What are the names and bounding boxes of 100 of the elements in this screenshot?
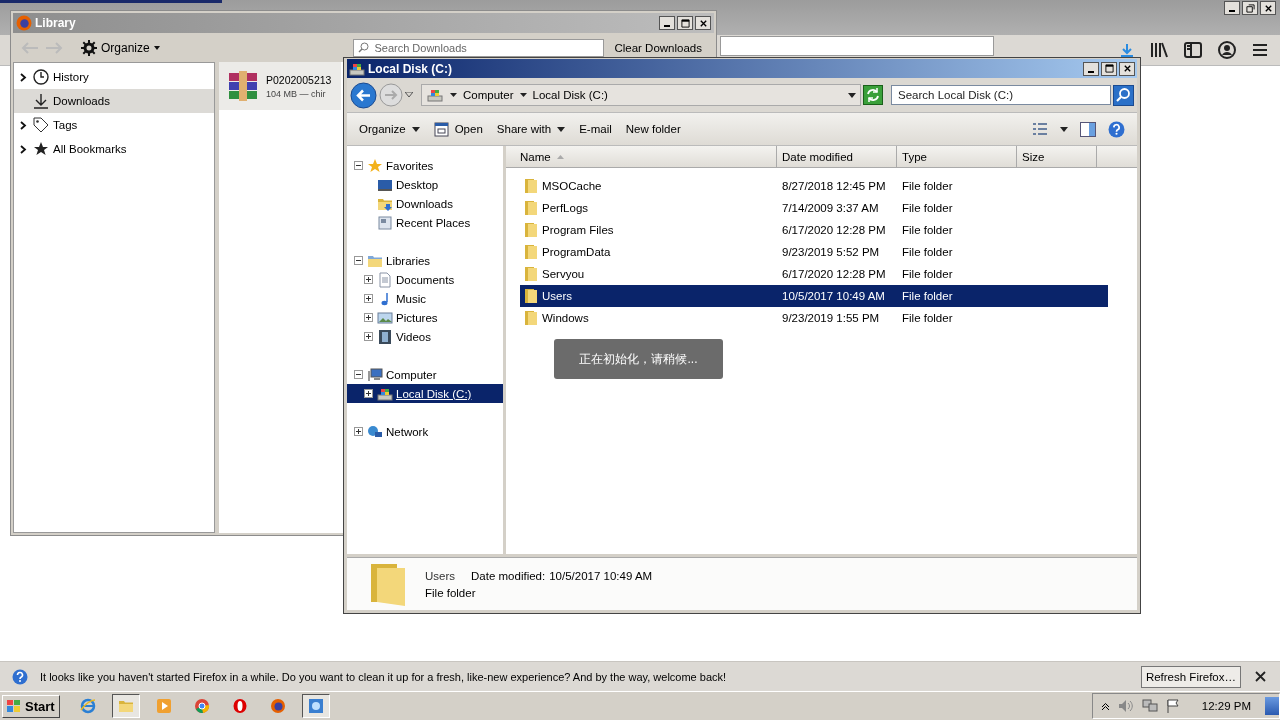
- tree-item[interactable]: Recent Places: [347, 213, 503, 232]
- start-button[interactable]: Start: [2, 694, 60, 718]
- account-icon[interactable]: [1218, 41, 1236, 59]
- tree-item[interactable]: Videos: [347, 327, 503, 346]
- file-row[interactable]: ProgramData 9/23/2019 5:52 PM File folder: [520, 241, 1108, 263]
- search-icon[interactable]: [1113, 84, 1134, 106]
- expand-toggle[interactable]: [364, 313, 373, 322]
- sidebar-item[interactable]: All Bookmarks: [14, 137, 214, 161]
- sidebar-item[interactable]: Tags: [14, 113, 214, 137]
- toolbar-button[interactable]: E-mail: [573, 120, 618, 138]
- organize-button[interactable]: Organize: [75, 38, 166, 57]
- preview-pane-icon[interactable]: [1080, 121, 1096, 137]
- expand-toggle[interactable]: [354, 427, 363, 436]
- back-button-icon[interactable]: [350, 81, 377, 109]
- download-icon[interactable]: [1120, 43, 1134, 57]
- chevron-icon[interactable]: [20, 72, 27, 82]
- file-row[interactable]: Program Files 6/17/2020 12:28 PM File folder: [520, 219, 1108, 241]
- maximize-button[interactable]: [677, 16, 693, 30]
- url-field[interactable]: [720, 36, 994, 56]
- column-header[interactable]: Name: [506, 146, 777, 167]
- chevron-icon[interactable]: [20, 120, 27, 130]
- tree-label: Music: [396, 292, 427, 305]
- taskbar-app-button[interactable]: [111, 694, 140, 718]
- search-field[interactable]: Search Downloads: [353, 38, 605, 57]
- refresh-icon[interactable]: [863, 85, 883, 105]
- tree-item[interactable]: Local Disk (C:): [347, 384, 503, 403]
- download-item[interactable]: P0202005213 104 MB — chir: [219, 62, 341, 110]
- tree-item[interactable]: Pictures: [347, 308, 503, 327]
- firefox-icon: [269, 698, 286, 714]
- close-button[interactable]: [1253, 669, 1268, 684]
- library-icon[interactable]: [1150, 42, 1168, 58]
- breadcrumb-item[interactable]: Local Disk (C:): [532, 89, 608, 101]
- column-header[interactable]: Type: [897, 146, 1017, 167]
- close-button[interactable]: [1119, 61, 1135, 76]
- file-row[interactable]: MSOCache 8/27/2018 12:45 PM File folder: [520, 175, 1108, 197]
- file-row[interactable]: Servyou 6/17/2020 12:28 PM File folder: [520, 263, 1108, 285]
- toolbar-button[interactable]: New folder: [619, 120, 687, 138]
- sidebar-item[interactable]: Downloads: [14, 89, 214, 113]
- breadcrumb-item[interactable]: Computer: [463, 89, 514, 101]
- caret-icon: [153, 45, 160, 50]
- tree-item[interactable]: Desktop: [347, 175, 503, 194]
- close-icon: [698, 18, 708, 28]
- close-button[interactable]: [695, 16, 711, 30]
- file-row[interactable]: Windows 9/23/2019 1:55 PM File folder: [520, 307, 1108, 329]
- expand-toggle[interactable]: [364, 332, 373, 341]
- help-icon[interactable]: [1108, 120, 1125, 138]
- tree-item[interactable]: Network: [347, 422, 503, 441]
- restore-button[interactable]: [1242, 1, 1258, 15]
- minimize-button[interactable]: [1083, 61, 1099, 76]
- caret-icon[interactable]: [450, 93, 457, 97]
- toolbar-button[interactable]: Share with: [490, 120, 572, 138]
- refresh-firefox-button[interactable]: Refresh Firefox…: [1140, 665, 1241, 688]
- tree-item[interactable]: Libraries: [347, 251, 503, 270]
- collapse-toggle[interactable]: [354, 256, 363, 265]
- file-row[interactable]: PerfLogs 7/14/2009 3:37 AM File folder: [520, 197, 1108, 219]
- view-list-icon[interactable]: [1032, 122, 1048, 136]
- browser-e-icon: [79, 698, 96, 714]
- flag-icon[interactable]: [1165, 699, 1180, 713]
- tree-label: Network: [386, 425, 429, 438]
- taskbar-app-button[interactable]: [301, 694, 330, 718]
- file-row[interactable]: Users 10/5/2017 10:49 AM File folder: [520, 285, 1108, 307]
- toolbar-button[interactable]: Open: [427, 118, 489, 140]
- file-name: Servyou: [542, 268, 585, 280]
- network-icon[interactable]: [1141, 699, 1158, 713]
- search-field[interactable]: Search Local Disk (C:): [891, 85, 1111, 105]
- tree-item[interactable]: Documents: [347, 270, 503, 289]
- chevron-up-icon[interactable]: [1100, 701, 1110, 711]
- toolbar-button[interactable]: Organize: [353, 120, 426, 138]
- expand-toggle[interactable]: [364, 294, 373, 303]
- collapse-toggle[interactable]: [354, 161, 363, 170]
- chevron-icon[interactable]: [20, 144, 27, 154]
- menu-icon[interactable]: [1252, 43, 1268, 57]
- close-icon: [1263, 3, 1273, 13]
- minimize-button[interactable]: [1224, 1, 1240, 15]
- maximize-button[interactable]: [1101, 61, 1117, 76]
- tree-label: Favorites: [386, 159, 434, 172]
- network-window-icon: [307, 698, 324, 714]
- caret-icon[interactable]: [848, 92, 856, 98]
- address-bar[interactable]: Computer Local Disk (C:): [421, 84, 861, 106]
- download-detail: 104 MB — chir: [266, 88, 327, 99]
- caret-icon[interactable]: [1060, 126, 1068, 132]
- tree-item[interactable]: Music: [347, 289, 503, 308]
- clear-downloads-button[interactable]: Clear Downloads: [610, 41, 706, 54]
- close-button[interactable]: [1260, 1, 1276, 15]
- tree-item[interactable]: Computer: [347, 365, 503, 384]
- tree-label: Documents: [396, 273, 455, 286]
- minimize-button[interactable]: [659, 16, 675, 30]
- caret-icon[interactable]: [519, 93, 527, 97]
- tree-item[interactable]: Downloads: [347, 194, 503, 213]
- expand-toggle[interactable]: [364, 389, 373, 398]
- clock[interactable]: 12:29 PM: [1201, 700, 1251, 712]
- close-icon: [1255, 671, 1266, 682]
- tree-item[interactable]: Favorites: [347, 156, 503, 175]
- column-header[interactable]: Date modified: [777, 146, 897, 167]
- sidebar-item[interactable]: History: [14, 65, 214, 89]
- column-header[interactable]: Size: [1017, 146, 1097, 167]
- expand-toggle[interactable]: [364, 275, 373, 284]
- collapse-toggle[interactable]: [354, 370, 363, 379]
- sidebar-icon[interactable]: [1184, 42, 1202, 58]
- minimize-icon: [1229, 10, 1235, 12]
